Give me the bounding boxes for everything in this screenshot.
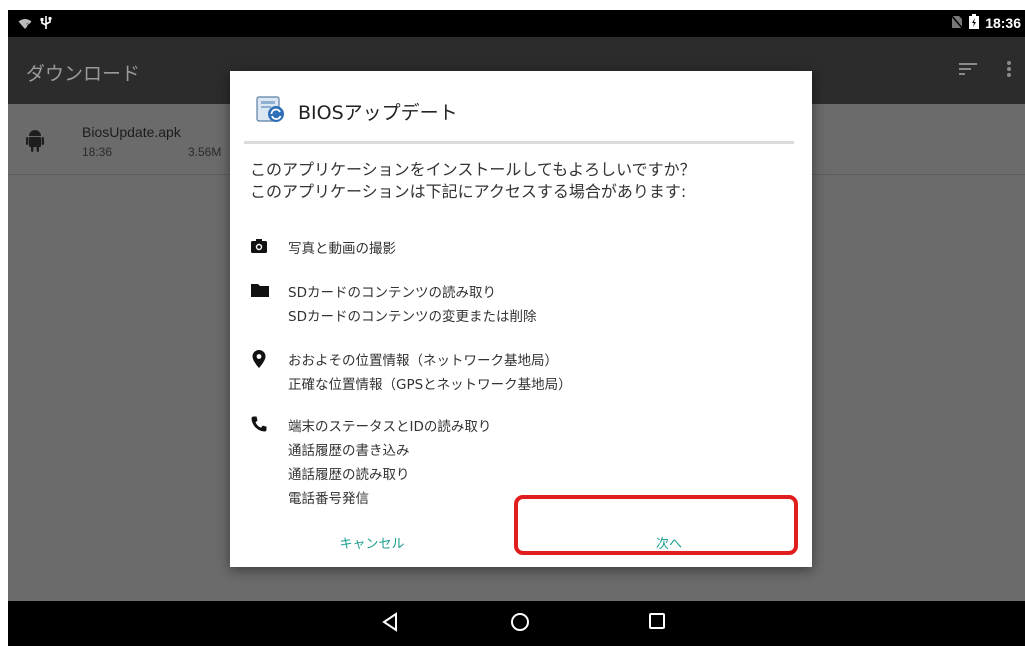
permission-text: 写真と動画の撮影 xyxy=(288,241,396,257)
question-line: このアプリケーションをインストールしてもよろしいですか？ xyxy=(250,160,696,179)
bios-update-app-icon xyxy=(256,95,286,127)
permission-location: おおよその位置情報（ネットワーク基地局） 正確な位置情報（GPSとネットワーク基… xyxy=(250,349,572,397)
file-name: BiosUpdate.apk xyxy=(82,124,181,140)
install-question: このアプリケーションをインストールしてもよろしいですか？ このアプリケーションは… xyxy=(250,159,806,203)
back-icon[interactable] xyxy=(382,612,398,636)
phone-icon xyxy=(250,415,270,435)
folder-icon xyxy=(250,281,270,301)
permission-storage: SDカードのコンテンツの読み取り SDカードのコンテンツの変更または削除 xyxy=(250,281,536,329)
permission-text: 正確な位置情報（GPSとネットワーク基地局） xyxy=(288,377,572,393)
file-time: 18:36 xyxy=(82,145,113,159)
permission-text: おおよその位置情報（ネットワーク基地局） xyxy=(288,353,558,369)
title-divider xyxy=(244,141,794,144)
permission-camera: 写真と動画の撮影 xyxy=(250,237,396,261)
permission-text: SDカードのコンテンツの読み取り xyxy=(288,285,496,301)
no-sim-icon xyxy=(950,14,964,32)
question-line: このアプリケーションは下記にアクセスする場合があります: xyxy=(250,182,687,201)
status-bar: ? 18:36 xyxy=(8,10,1025,37)
location-pin-icon xyxy=(250,349,270,369)
overflow-menu-icon[interactable] xyxy=(1007,61,1011,81)
clock: 18:36 xyxy=(985,15,1021,31)
battery-icon xyxy=(969,14,980,32)
permission-text: 電話番号発信 xyxy=(288,491,369,507)
camera-icon xyxy=(250,237,270,257)
permission-text: 通話履歴の書き込み xyxy=(288,443,410,459)
cancel-button[interactable]: キャンセル xyxy=(302,525,442,559)
permission-text: 端末のステータスとIDの読み取り xyxy=(288,419,492,435)
app-title: ダウンロード xyxy=(26,63,141,85)
usb-icon xyxy=(40,15,52,34)
wifi-icon: ? xyxy=(18,15,32,34)
dialog-title: BIOSアップデート xyxy=(298,101,458,124)
next-button-highlight xyxy=(514,495,798,555)
sort-icon[interactable] xyxy=(959,61,977,81)
file-size: 3.56M xyxy=(188,145,222,159)
permission-phone: 端末のステータスとIDの読み取り 通話履歴の書き込み 通話履歴の読み取り 電話番… xyxy=(250,415,491,511)
svg-text:?: ? xyxy=(26,23,29,30)
home-icon[interactable] xyxy=(510,612,530,636)
android-icon xyxy=(26,130,44,156)
navigation-bar xyxy=(8,601,1025,646)
install-dialog: BIOSアップデート このアプリケーションをインストールしてもよろしいですか？ … xyxy=(230,71,812,567)
recents-icon[interactable] xyxy=(648,612,666,634)
permission-text: SDカードのコンテンツの変更または削除 xyxy=(288,309,537,325)
permission-text: 通話履歴の読み取り xyxy=(288,467,410,483)
